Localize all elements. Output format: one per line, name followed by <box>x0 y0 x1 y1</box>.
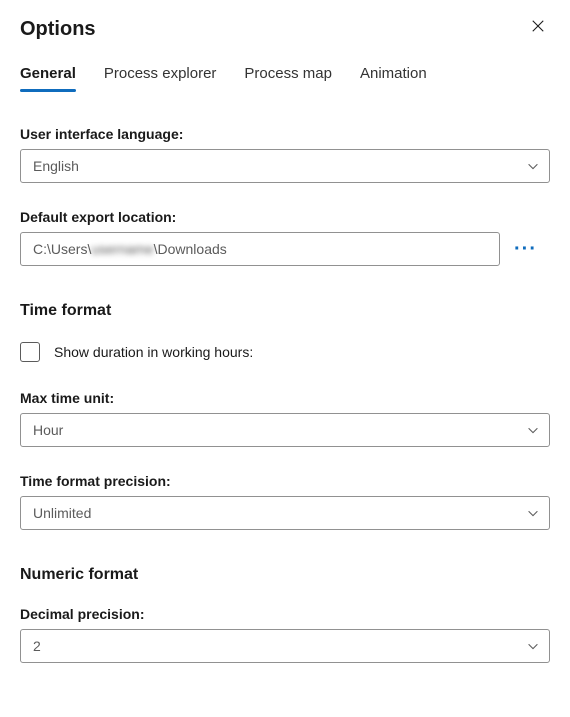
language-select[interactable]: English <box>20 149 550 183</box>
time-format-heading: Time format <box>20 302 550 320</box>
decimal-precision-select[interactable]: 2 <box>20 629 550 663</box>
close-icon <box>531 19 545 38</box>
tab-process-explorer[interactable]: Process explorer <box>104 65 217 90</box>
tab-animation[interactable]: Animation <box>360 65 427 90</box>
export-path-suffix: \Downloads <box>154 241 227 257</box>
max-time-unit-label: Max time unit: <box>20 390 550 406</box>
show-duration-checkbox[interactable] <box>20 342 40 362</box>
time-precision-select[interactable]: Unlimited <box>20 496 550 530</box>
tab-general[interactable]: General <box>20 65 76 90</box>
export-path-user: username <box>91 241 153 257</box>
close-button[interactable] <box>526 16 550 40</box>
decimal-precision-label: Decimal precision: <box>20 606 550 622</box>
dialog-title: Options <box>20 18 96 41</box>
browse-button[interactable]: ··· <box>510 240 541 258</box>
export-path-prefix: C:\Users\ <box>33 241 91 257</box>
export-location-label: Default export location: <box>20 209 550 225</box>
time-precision-label: Time format precision: <box>20 473 550 489</box>
tab-process-map[interactable]: Process map <box>244 65 332 90</box>
tabs-container: General Process explorer Process map Ani… <box>20 65 550 90</box>
numeric-format-heading: Numeric format <box>20 566 550 584</box>
show-duration-label: Show duration in working hours: <box>54 344 253 360</box>
max-time-unit-select[interactable]: Hour <box>20 413 550 447</box>
language-label: User interface language: <box>20 126 550 142</box>
ellipsis-icon: ··· <box>514 238 537 260</box>
export-location-input[interactable]: C:\Users\username\Downloads <box>20 232 500 266</box>
